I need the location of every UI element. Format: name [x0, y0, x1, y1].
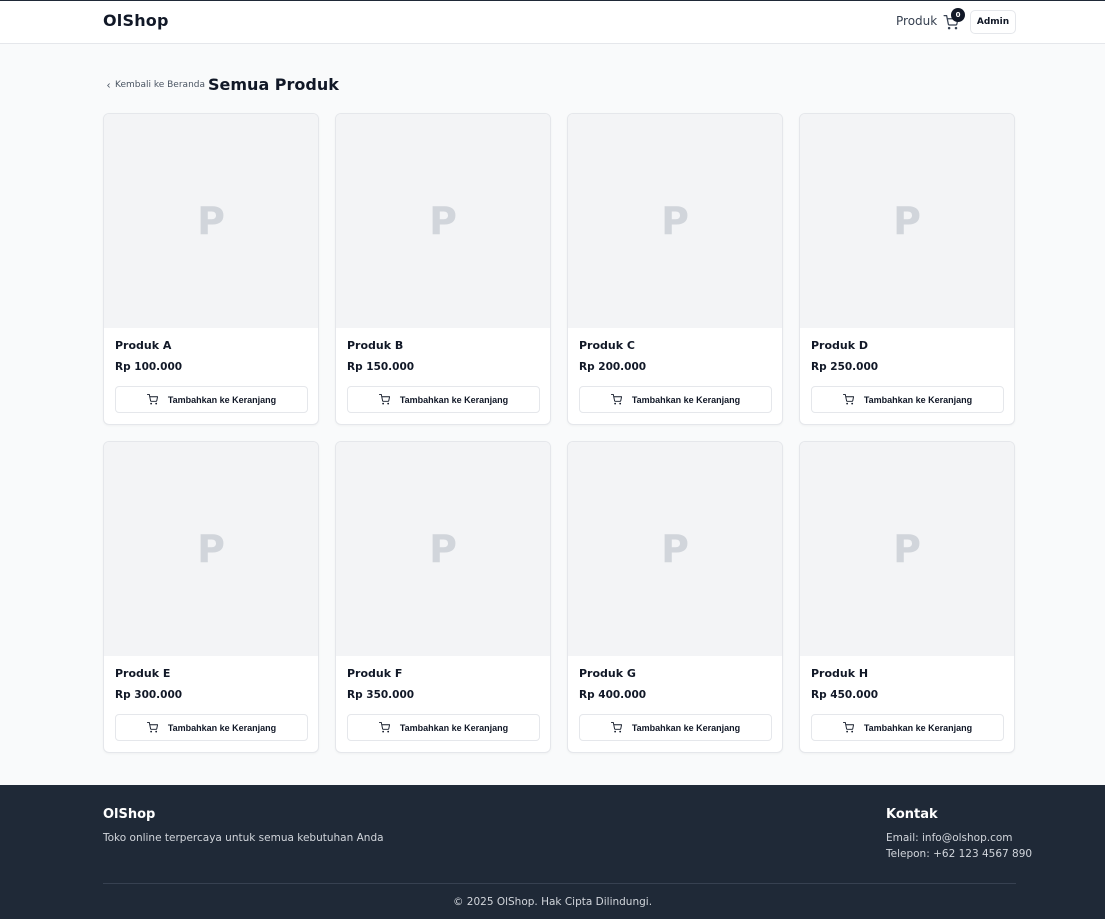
product-price: Rp 100.000: [115, 361, 183, 373]
product-price: Rp 400.000: [579, 689, 647, 701]
add-to-cart-button[interactable]: Tambahkan ke Keranjang: [115, 386, 308, 413]
cart-icon: [842, 722, 854, 733]
add-to-cart-label: Tambahkan ke Keranjang: [631, 722, 741, 733]
product-card: P Produk E Rp 300.000 Tambahkan ke Keran…: [103, 441, 319, 753]
add-to-cart-label: Tambahkan ke Keranjang: [399, 394, 509, 405]
footer-email: Email: info@olshop.com: [886, 832, 1013, 844]
footer-tagline: Toko online terpercaya untuk semua kebut…: [103, 832, 384, 844]
footer-divider: [103, 883, 1016, 884]
product-image-placeholder[interactable]: P: [336, 114, 550, 328]
product-card: P Produk B Rp 150.000 Tambahkan ke Keran…: [335, 113, 551, 425]
product-image-placeholder[interactable]: P: [336, 442, 550, 656]
product-image-placeholder[interactable]: P: [568, 114, 782, 328]
back-to-home-link[interactable]: Kembali ke Beranda: [105, 80, 205, 90]
product-card: P Produk H Rp 450.000 Tambahkan ke Keran…: [799, 441, 1015, 753]
placeholder-letter: P: [661, 199, 689, 243]
nav-link-products[interactable]: Produk: [896, 14, 937, 28]
add-to-cart-label: Tambahkan ke Keranjang: [863, 722, 973, 733]
back-link-label: Kembali ke Beranda: [115, 80, 205, 90]
add-to-cart-button[interactable]: Tambahkan ke Keranjang: [347, 386, 540, 413]
product-name[interactable]: Produk C: [579, 339, 635, 352]
product-price: Rp 450.000: [811, 689, 879, 701]
footer-copyright: © 2025 OlShop. Hak Cipta Dilindungi.: [452, 896, 653, 908]
cart-icon: [378, 394, 390, 405]
cart-icon: [610, 722, 622, 733]
footer-brand: OlShop: [103, 807, 156, 822]
placeholder-letter: P: [429, 199, 457, 243]
cart-icon: [146, 722, 158, 733]
product-card: P Produk G Rp 400.000 Tambahkan ke Keran…: [567, 441, 783, 753]
add-to-cart-button[interactable]: Tambahkan ke Keranjang: [811, 386, 1004, 413]
product-price: Rp 200.000: [579, 361, 647, 373]
product-name[interactable]: Produk B: [347, 339, 403, 352]
product-card: P Produk C Rp 200.000 Tambahkan ke Keran…: [567, 113, 783, 425]
placeholder-letter: P: [893, 527, 921, 571]
product-image-placeholder[interactable]: P: [104, 114, 318, 328]
site-header: OlShop Produk 0 Admin: [0, 1, 1105, 44]
cart-icon: [842, 394, 854, 405]
site-footer: OlShop Toko online terpercaya untuk semu…: [0, 785, 1105, 919]
product-card: P Produk D Rp 250.000 Tambahkan ke Keran…: [799, 113, 1015, 425]
chevron-left-icon: [107, 82, 110, 88]
product-name[interactable]: Produk F: [347, 667, 402, 680]
cart-icon: [378, 722, 390, 733]
placeholder-letter: P: [893, 199, 921, 243]
placeholder-letter: P: [197, 527, 225, 571]
product-price: Rp 350.000: [347, 689, 415, 701]
placeholder-letter: P: [661, 527, 689, 571]
site-logo[interactable]: OlShop: [103, 11, 169, 30]
product-name[interactable]: Produk H: [811, 667, 868, 680]
add-to-cart-label: Tambahkan ke Keranjang: [631, 394, 741, 405]
add-to-cart-button[interactable]: Tambahkan ke Keranjang: [115, 714, 308, 741]
product-image-placeholder[interactable]: P: [800, 114, 1014, 328]
product-card: P Produk A Rp 100.000 Tambahkan ke Keran…: [103, 113, 319, 425]
add-to-cart-label: Tambahkan ke Keranjang: [167, 722, 277, 733]
product-price: Rp 250.000: [811, 361, 879, 373]
placeholder-letter: P: [429, 527, 457, 571]
add-to-cart-label: Tambahkan ke Keranjang: [399, 722, 509, 733]
product-name[interactable]: Produk E: [115, 667, 170, 680]
placeholder-letter: P: [197, 199, 225, 243]
product-image-placeholder[interactable]: P: [800, 442, 1014, 656]
product-image-placeholder[interactable]: P: [568, 442, 782, 656]
product-card: P Produk F Rp 350.000 Tambahkan ke Keran…: [335, 441, 551, 753]
add-to-cart-button[interactable]: Tambahkan ke Keranjang: [579, 714, 772, 741]
page-title: Semua Produk: [208, 75, 339, 94]
cart-count-badge: 0: [951, 8, 965, 22]
product-name[interactable]: Produk G: [579, 667, 636, 680]
product-name[interactable]: Produk A: [115, 339, 171, 352]
footer-contact-title: Kontak: [886, 807, 938, 822]
add-to-cart-label: Tambahkan ke Keranjang: [167, 394, 277, 405]
cart-icon: [146, 394, 158, 405]
add-to-cart-button[interactable]: Tambahkan ke Keranjang: [347, 714, 540, 741]
product-price: Rp 300.000: [115, 689, 183, 701]
cart-icon: [610, 394, 622, 405]
admin-button[interactable]: Admin: [970, 10, 1016, 34]
add-to-cart-label: Tambahkan ke Keranjang: [863, 394, 973, 405]
add-to-cart-button[interactable]: Tambahkan ke Keranjang: [579, 386, 772, 413]
add-to-cart-button[interactable]: Tambahkan ke Keranjang: [811, 714, 1004, 741]
product-price: Rp 150.000: [347, 361, 415, 373]
footer-phone: Telepon: +62 123 4567 890: [886, 848, 1033, 860]
product-image-placeholder[interactable]: P: [104, 442, 318, 656]
product-name[interactable]: Produk D: [811, 339, 868, 352]
